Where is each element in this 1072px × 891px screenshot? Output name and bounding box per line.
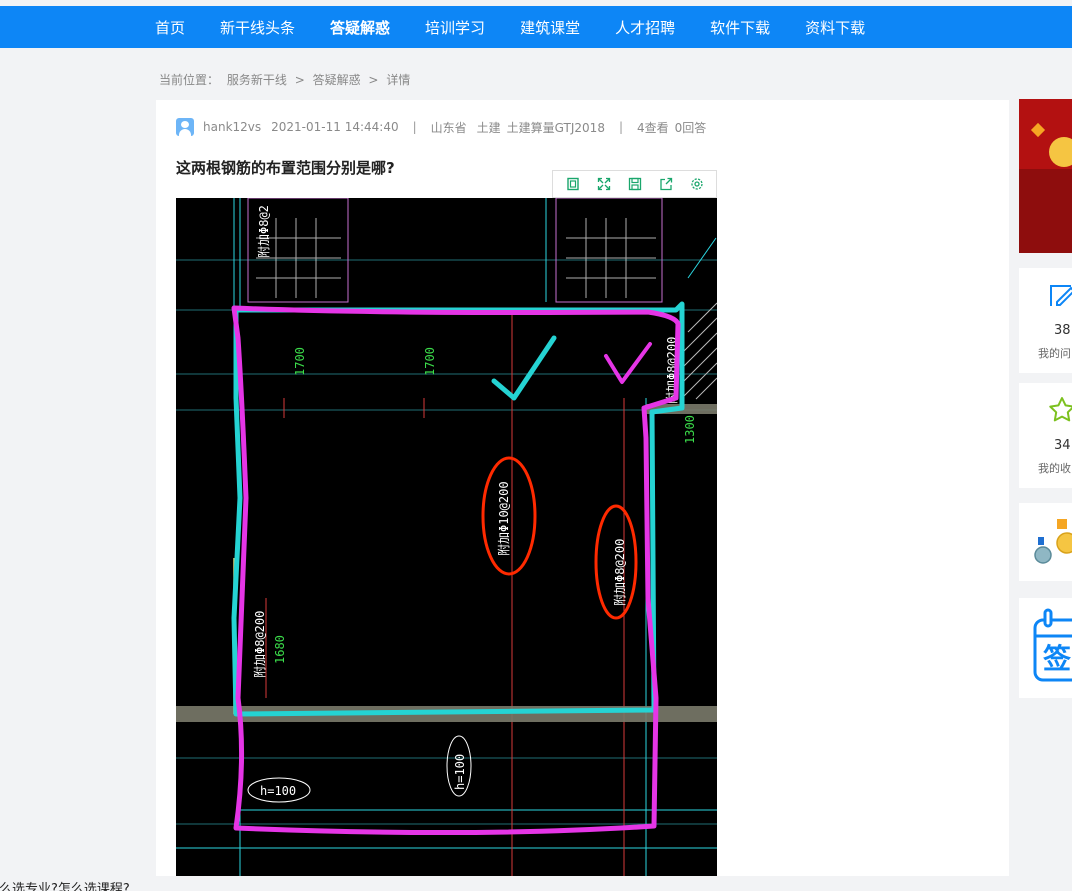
calendar-icon: 签 [1033,608,1072,688]
post-datetime: 2021-01-11 14:44:40 [271,120,399,134]
fullscreen-icon[interactable] [593,173,615,195]
medals-card[interactable] [1019,503,1072,581]
breadcrumb-separator: > [294,73,305,87]
cyan-checkmark [491,335,557,401]
breadcrumb-item-service[interactable]: 服务新干线 [227,73,287,87]
category: 土建 [476,120,501,135]
thickness-label-b: h=100 [453,754,467,790]
answer-count: 0回答 [674,120,707,135]
breadcrumb-item-qa[interactable]: 答疑解惑 [313,73,361,87]
my-favorites-count: 34 [1054,438,1071,453]
username[interactable]: hank12vs [203,120,261,134]
meta-divider: | [618,120,623,134]
dim-1680: 1680 [273,635,287,664]
question-image[interactable]: 1700 1700 1300 1680 附加Φ10@200 附加Φ8@200 附… [176,198,717,876]
cad-drawing: 1700 1700 1300 1680 附加Φ10@200 附加Φ8@200 附… [176,198,717,876]
footer-link[interactable]: 怎么选专业?怎么选课程? [0,878,130,891]
checkin-card[interactable]: 签 [1019,598,1072,698]
promo-banner[interactable] [1019,99,1072,253]
my-questions-count: 38 [1054,323,1071,338]
breadcrumb-prefix: 当前位置： [159,73,220,87]
my-questions-label: 我的问 [1038,347,1071,360]
software-tag: 土建算量GTJ2018 [506,120,605,135]
dim-1300: 1300 [683,415,697,444]
nav-software[interactable]: 软件下载 [710,17,770,38]
my-questions-card[interactable]: 38 我的问 [1019,268,1072,373]
breadcrumb-separator: > [368,73,379,87]
share-icon[interactable] [655,173,677,195]
medal-icon [1033,515,1072,569]
nav-classroom[interactable]: 建筑课堂 [520,17,580,38]
avatar[interactable] [176,118,194,136]
rebar-label-10-200: 附加Φ10@200 [497,481,511,556]
rebar-label-8-200-a: 附加Φ8@200 [613,539,627,606]
my-favorites-card[interactable]: 34 我的收 [1019,383,1072,488]
nav-headlines[interactable]: 新干线头条 [220,17,295,38]
image-toolbar [552,170,717,198]
dim-1700-b: 1700 [423,347,437,376]
edit-icon [1047,280,1072,314]
svg-text:签: 签 [1043,642,1071,675]
my-favorites-label: 我的收 [1038,462,1071,475]
nav-resources[interactable]: 资料下载 [805,17,865,38]
question-card: hank12vs 2021-01-11 14:44:40 | 山东省 土建 土建… [156,100,1009,876]
rebar-label-8-2-top: 附加Φ8@2 [257,205,271,258]
fit-page-icon[interactable] [562,173,584,195]
province: 山东省 [430,120,467,135]
main-nav: 首页 新干线头条 答疑解惑 培训学习 建筑课堂 人才招聘 软件下载 资料下载 [155,6,900,48]
breadcrumb: 当前位置： 服务新干线 > 答疑解惑 > 详情 [159,71,414,88]
settings-icon[interactable] [686,173,708,195]
breadcrumb-item-detail: 详情 [386,73,411,87]
magenta-checkmark [604,342,652,384]
save-icon[interactable] [624,173,646,195]
question-title: 这两根钢筋的布置范围分别是哪? [176,159,395,177]
nav-jobs[interactable]: 人才招聘 [615,17,675,38]
dim-1700-a: 1700 [293,347,307,376]
rebar-label-8-200-c: 附加Φ8@200 [253,611,267,678]
thickness-label-a: h=100 [260,784,296,798]
magenta-annotation [231,305,681,836]
question-meta: hank12vs 2021-01-11 14:44:40 | 山东省 土建 土建… [176,118,706,136]
top-nav-bar: 首页 新干线头条 答疑解惑 培训学习 建筑课堂 人才招聘 软件下载 资料下载 [0,6,1072,48]
nav-training[interactable]: 培训学习 [425,17,485,38]
nav-qa[interactable]: 答疑解惑 [330,17,390,38]
meta-divider: | [412,120,417,134]
nav-home[interactable]: 首页 [155,17,185,38]
star-icon [1047,395,1072,429]
view-count: 4查看 [637,120,669,135]
